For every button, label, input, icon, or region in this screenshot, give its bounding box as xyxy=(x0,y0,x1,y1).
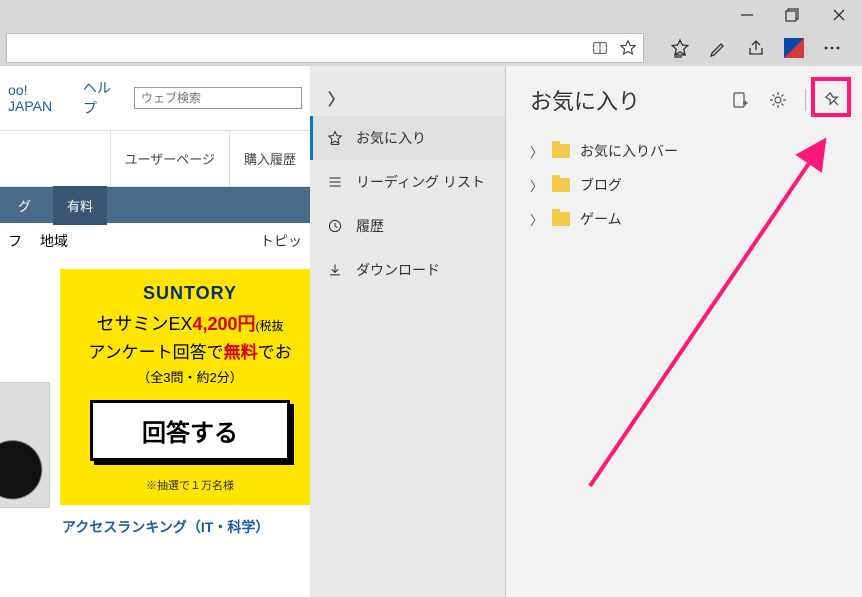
edge-logo-icon xyxy=(784,38,804,58)
hub-item-label: お気に入り xyxy=(356,128,426,148)
minimize-button[interactable] xyxy=(724,0,770,30)
chevron-right-icon: 〉 xyxy=(530,210,542,229)
hub-menu: 〉 お気に入り リーディング リスト 履歴 ダウンロード xyxy=(310,66,506,597)
pin-icon[interactable] xyxy=(822,89,844,111)
favorites-folder-row[interactable]: 〉 ブログ xyxy=(530,168,844,202)
subnav-topic[interactable]: トピッ xyxy=(260,231,302,251)
toolbar-actions xyxy=(670,38,842,58)
subnav-item[interactable]: フ xyxy=(8,231,22,251)
page-tabs: ユーザーページ 購入履歴 xyxy=(0,130,310,187)
favorites-folder-row[interactable]: 〉 ゲーム xyxy=(530,202,844,236)
share-icon[interactable] xyxy=(746,38,766,58)
hub-item-history[interactable]: 履歴 xyxy=(310,204,505,248)
hub-item-reading-list[interactable]: リーディング リスト xyxy=(310,160,505,204)
star-icon xyxy=(326,130,344,146)
purchase-history-link[interactable]: 購入履歴 xyxy=(229,131,310,186)
favorites-list: 〉 お気に入りバー 〉 ブログ 〉 ゲーム xyxy=(530,134,844,236)
address-bar[interactable] xyxy=(6,33,644,63)
add-device-icon[interactable] xyxy=(729,89,751,111)
ad-footnote: ※抽選で１万名様 xyxy=(70,477,310,493)
favorites-hub-icon[interactable] xyxy=(670,38,690,58)
nav-item[interactable]: グ xyxy=(4,186,45,225)
hub-item-label: ダウンロード xyxy=(356,260,440,280)
webpage: oo! JAPAN ヘルプ ユーザーページ 購入履歴 グ 有料 フ 地域 トピッ… xyxy=(0,66,310,597)
browser-toolbar xyxy=(0,30,862,66)
favorites-panel: お気に入り 〉 お気に入りバー 〉 ブログ 〉 ゲーム xyxy=(506,66,862,597)
ad-note: （全3問・約2分） xyxy=(70,367,310,386)
favorites-header: お気に入り xyxy=(530,84,844,116)
help-link[interactable]: ヘルプ xyxy=(83,78,122,118)
content-area: oo! JAPAN ヘルプ ユーザーページ 購入履歴 グ 有料 フ 地域 トピッ… xyxy=(0,66,862,597)
reading-view-icon[interactable] xyxy=(591,39,609,57)
page-subnav: フ 地域 トピッ xyxy=(0,223,310,259)
folder-name: ブログ xyxy=(580,175,622,195)
chevron-right-icon: 〉 xyxy=(530,142,542,161)
history-icon xyxy=(326,218,344,234)
page-header: oo! JAPAN ヘルプ xyxy=(0,66,310,130)
window-titlebar xyxy=(0,0,862,30)
hub-item-downloads[interactable]: ダウンロード xyxy=(310,248,505,292)
hub-item-label: 履歴 xyxy=(356,216,384,236)
close-button[interactable] xyxy=(816,0,862,30)
ad-answer-button[interactable]: 回答する xyxy=(90,400,290,461)
download-icon xyxy=(326,262,344,278)
hub-item-label: リーディング リスト xyxy=(356,172,485,192)
folder-name: ゲーム xyxy=(580,209,622,229)
page-nav: グ 有料 xyxy=(0,187,310,223)
folder-icon xyxy=(552,178,570,192)
brand-link[interactable]: oo! JAPAN xyxy=(8,82,71,114)
chevron-right-icon[interactable]: 〉 xyxy=(310,80,505,116)
list-icon xyxy=(326,174,344,190)
ad-thumbnail xyxy=(0,382,50,508)
web-search-input[interactable] xyxy=(134,87,302,109)
more-icon[interactable] xyxy=(822,38,842,58)
folder-name: お気に入りバー xyxy=(580,141,678,161)
chevron-right-icon: 〉 xyxy=(530,176,542,195)
settings-gear-icon[interactable] xyxy=(767,89,789,111)
ad-line1: セサミンEX4,200円(税抜 xyxy=(70,310,310,336)
divider xyxy=(805,89,806,111)
favorites-folder-row[interactable]: 〉 お気に入りバー xyxy=(530,134,844,168)
ranking-caption[interactable]: アクセスランキング（IT・科学） xyxy=(60,517,310,537)
subnav-region[interactable]: 地域 xyxy=(40,231,68,251)
folder-icon xyxy=(552,212,570,226)
folder-icon xyxy=(552,144,570,158)
user-page-link[interactable]: ユーザーページ xyxy=(110,131,229,186)
favorites-tools xyxy=(729,89,844,111)
ad-line2: アンケート回答で無料でお xyxy=(70,338,310,363)
web-note-icon[interactable] xyxy=(708,38,728,58)
ad-brand: SUNTORY xyxy=(70,283,310,304)
favorites-title: お気に入り xyxy=(530,84,729,116)
nav-item-paid[interactable]: 有料 xyxy=(53,186,107,225)
hub-item-favorites[interactable]: お気に入り xyxy=(310,116,505,160)
favorite-star-icon[interactable] xyxy=(619,39,637,57)
maximize-button[interactable] xyxy=(770,0,816,30)
